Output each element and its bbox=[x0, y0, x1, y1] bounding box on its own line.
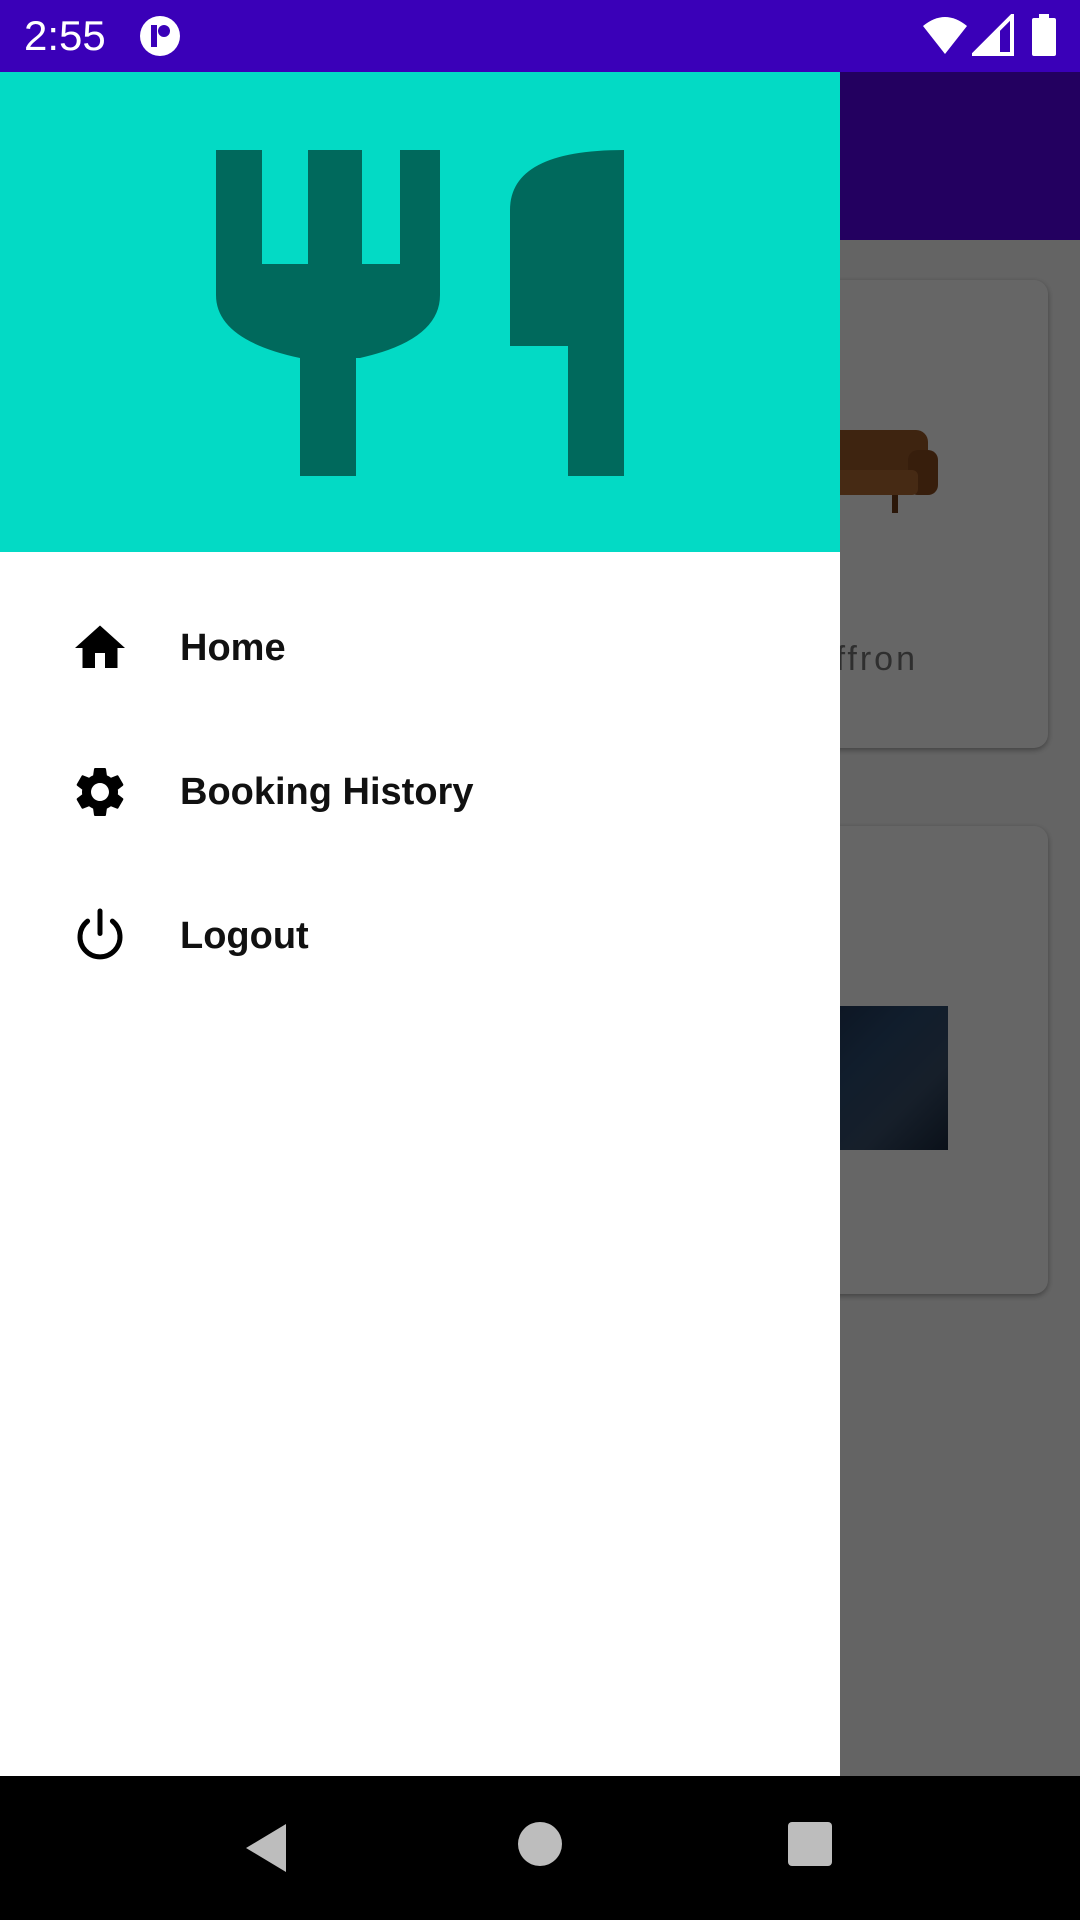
drawer-item-logout[interactable]: Logout bbox=[0, 864, 840, 1008]
gear-icon bbox=[76, 768, 124, 816]
power-icon bbox=[77, 908, 123, 960]
home-icon bbox=[75, 625, 125, 668]
wifi-icon bbox=[923, 17, 967, 54]
signal-icon bbox=[972, 14, 1014, 56]
status-time: 2:55 bbox=[24, 12, 106, 59]
drawer-header bbox=[0, 72, 840, 552]
drawer-item-home[interactable]: Home bbox=[0, 576, 840, 720]
drawer-item-label: Booking History bbox=[180, 771, 474, 813]
restaurant-icon bbox=[216, 150, 624, 476]
app-notification-icon bbox=[140, 16, 180, 56]
home-circle-icon[interactable] bbox=[516, 1820, 564, 1868]
navigation-drawer: Home Booking History Logout bbox=[0, 72, 840, 1776]
drawer-item-booking-history[interactable]: Booking History bbox=[0, 720, 840, 864]
status-bar: 2:55 bbox=[0, 0, 1080, 72]
drawer-item-label: Logout bbox=[180, 915, 309, 957]
drawer-item-label: Home bbox=[180, 627, 286, 669]
navigation-bar bbox=[0, 1776, 1080, 1920]
recents-icon[interactable] bbox=[786, 1820, 834, 1868]
battery-icon bbox=[1032, 14, 1056, 56]
back-icon[interactable] bbox=[240, 1820, 296, 1876]
